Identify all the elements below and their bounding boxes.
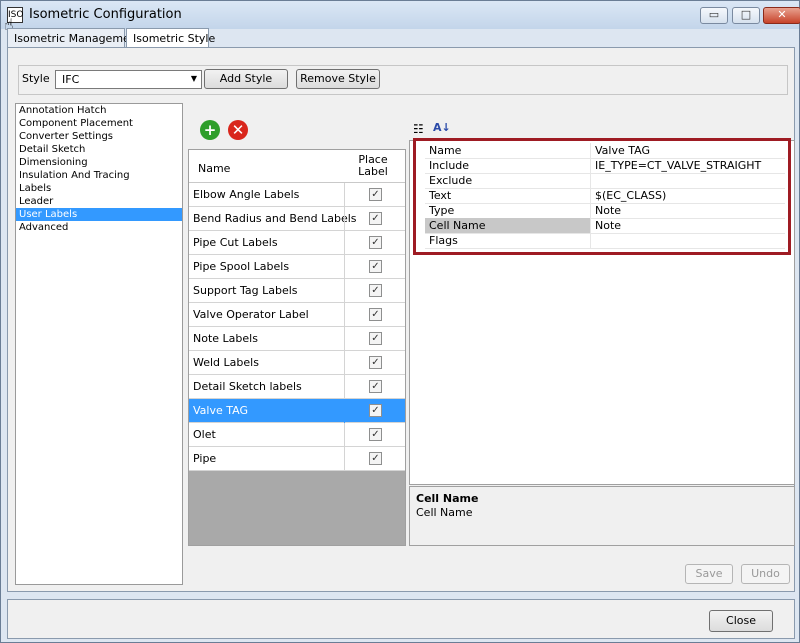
place-label-checkbox[interactable]: ✓ [369, 236, 382, 249]
column-separator [344, 303, 345, 327]
description-text: Cell Name [416, 506, 473, 519]
label-name: Elbow Angle Labels [193, 188, 300, 201]
sort-az-icon[interactable]: A↓ [433, 121, 451, 134]
add-green-icon[interactable]: + [200, 120, 220, 140]
place-label-checkbox[interactable]: ✓ [369, 188, 382, 201]
nav-item[interactable]: Leader [16, 195, 182, 208]
column-separator [344, 423, 345, 447]
add-style-button[interactable]: Add Style [204, 69, 288, 89]
properties-toolbar: ☷ A↓ [411, 120, 471, 140]
label-row[interactable]: Detail Sketch labels ✓ [189, 375, 405, 399]
user-labels-grid: Name Place Label Elbow Angle Labels ✓ Bend… [188, 149, 406, 546]
label-name: Detail Sketch labels [193, 380, 302, 393]
nav-item[interactable]: Annotation Hatch [16, 104, 182, 117]
column-separator [344, 351, 345, 375]
column-separator [344, 231, 345, 255]
nav-item[interactable]: Insulation And Tracing [16, 169, 182, 182]
label-row[interactable]: Valve Operator Label ✓ [189, 303, 405, 327]
place-label-checkbox[interactable]: ✓ [369, 452, 382, 465]
column-separator [344, 279, 345, 303]
isometric-configuration-window: ISO Isometric Configuration ▭ □ ✕ ☝ Isom… [0, 0, 800, 643]
label-row[interactable]: Pipe Spool Labels ✓ [189, 255, 405, 279]
undo-button[interactable]: Undo [741, 564, 790, 584]
label-row[interactable]: Note Labels ✓ [189, 327, 405, 351]
label-name: Support Tag Labels [193, 284, 298, 297]
style-category-list: Annotation Hatch Component Placement Conve… [15, 103, 183, 585]
nav-item[interactable]: User Labels [16, 208, 182, 221]
close-button[interactable]: Close [709, 610, 773, 632]
style-value: IFC [62, 73, 80, 86]
place-label-checkbox[interactable]: ✓ [369, 380, 382, 393]
column-header-place-label[interactable]: Place Label [347, 154, 399, 178]
column-separator [344, 255, 345, 279]
label-row[interactable]: Pipe Cut Labels ✓ [189, 231, 405, 255]
label-name: Valve Operator Label [193, 308, 309, 321]
label-name: Note Labels [193, 332, 258, 345]
close-window-button[interactable]: ✕ [763, 7, 800, 24]
place-label-checkbox[interactable]: ✓ [369, 284, 382, 297]
place-label-checkbox[interactable]: ✓ [369, 308, 382, 321]
label-row[interactable]: Support Tag Labels ✓ [189, 279, 405, 303]
nav-item[interactable]: Advanced [16, 221, 182, 234]
isometric-style-panel: Style IFC ▼ Add Style Remove Style Annot… [7, 47, 795, 592]
label-row[interactable]: Olet ✓ [189, 423, 405, 447]
nav-item[interactable]: Converter Settings [16, 130, 182, 143]
nav-item[interactable]: Labels [16, 182, 182, 195]
label-name: Olet [193, 428, 216, 441]
label-row[interactable]: Bend Radius and Bend Labels ✓ [189, 207, 405, 231]
property-description: Cell Name Cell Name [409, 486, 795, 546]
label-name: Weld Labels [193, 356, 259, 369]
nav-item[interactable]: Component Placement [16, 117, 182, 130]
save-button[interactable]: Save [685, 564, 733, 584]
label-name: Pipe Cut Labels [193, 236, 278, 249]
column-separator [344, 447, 345, 471]
remove-style-button[interactable]: Remove Style [296, 69, 380, 89]
tab-isometric-style[interactable]: Isometric Style [126, 28, 215, 49]
nav-item[interactable]: Dimensioning [16, 156, 182, 169]
place-label-checkbox[interactable]: ✓ [369, 332, 382, 345]
column-separator [344, 327, 345, 351]
label-name: Pipe Spool Labels [193, 260, 290, 273]
labels-toolbar: + ✕ [189, 118, 404, 144]
property-highlight-outline [413, 138, 791, 255]
place-label-checkbox[interactable]: ✓ [369, 428, 382, 441]
categorized-icon[interactable]: ☷ [413, 122, 424, 136]
label-name: Pipe [193, 452, 217, 465]
label-name: Valve TAG [193, 404, 248, 417]
description-title: Cell Name [416, 492, 479, 505]
label-row[interactable]: Weld Labels ✓ [189, 351, 405, 375]
window-title: Isometric Configuration [29, 7, 182, 22]
column-header-name[interactable]: Name [198, 162, 230, 175]
place-label-checkbox[interactable]: ✓ [369, 260, 382, 273]
column-separator [344, 207, 345, 231]
column-separator [344, 399, 345, 423]
label-row[interactable]: Pipe ✓ [189, 447, 405, 471]
maximize-button[interactable]: □ [732, 7, 760, 24]
place-label-checkbox[interactable]: ✓ [369, 356, 382, 369]
label-row[interactable]: Valve TAG ✓ [189, 399, 405, 423]
style-label: Style [22, 72, 50, 85]
dialog-footer: Close [7, 599, 795, 639]
grid-header: Name Place Label [189, 150, 405, 183]
place-label-checkbox[interactable]: ✓ [369, 212, 382, 225]
column-separator [344, 375, 345, 399]
place-label-checkbox[interactable]: ✓ [369, 404, 382, 417]
chevron-down-icon: ▼ [190, 74, 197, 83]
style-combobox[interactable]: IFC ▼ [55, 70, 202, 89]
label-name: Bend Radius and Bend Labels [193, 212, 357, 225]
column-separator [344, 183, 345, 207]
title-bar: ISO Isometric Configuration ▭ □ ✕ [1, 1, 800, 29]
nav-item[interactable]: Detail Sketch [16, 143, 182, 156]
label-row[interactable]: Elbow Angle Labels ✓ [189, 183, 405, 207]
minimize-button[interactable]: ▭ [700, 7, 728, 24]
tab-isometric-management[interactable]: Isometric Management [7, 28, 141, 48]
delete-red-icon[interactable]: ✕ [228, 120, 248, 140]
